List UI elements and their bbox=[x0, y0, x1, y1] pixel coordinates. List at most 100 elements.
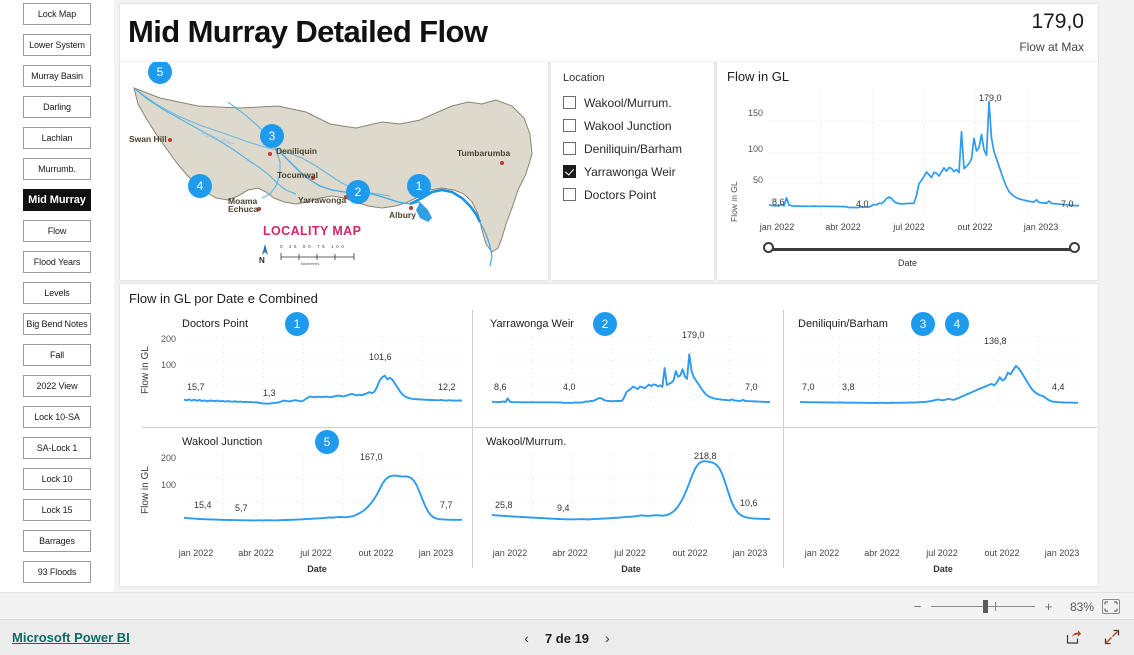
main-label-start: 8,6 bbox=[772, 197, 785, 207]
rail-button-levels[interactable]: Levels bbox=[23, 282, 91, 304]
rail-button-lock-map[interactable]: Lock Map bbox=[23, 3, 91, 25]
previous-page-button[interactable]: ‹ bbox=[524, 630, 529, 646]
location-slicer-card[interactable]: Location Wakool/Murrum. Wakool Junction De… bbox=[551, 62, 714, 280]
map-label-deniliquin: Deniliquin bbox=[276, 146, 318, 156]
sm4-label-start: 15,4 bbox=[194, 500, 212, 510]
rail-button-lower-system[interactable]: Lower System bbox=[23, 34, 91, 56]
scale-bar-numbers: 0 25 50 75 100 bbox=[280, 244, 347, 249]
map-pin-2[interactable]: 2 bbox=[346, 180, 370, 204]
map-pin-4[interactable]: 4 bbox=[188, 174, 212, 198]
sm-pin-wakool-junction-5[interactable]: 5 bbox=[315, 430, 339, 454]
sm-col2-x-tick-4: jan 2023 bbox=[732, 548, 768, 558]
sm3-label-end: 4,4 bbox=[1052, 382, 1065, 392]
rail-button-flood-years[interactable]: Flood Years bbox=[23, 251, 91, 273]
flow-in-gl-line-chart-card[interactable]: Flow in GL Flow in GL 50 100 150 8,6 4,0… bbox=[717, 62, 1098, 280]
share-icon[interactable] bbox=[1066, 629, 1082, 650]
sm2-label-end: 7,0 bbox=[745, 382, 758, 392]
map-pin-3[interactable]: 3 bbox=[260, 124, 284, 148]
slicer-option-yarrawonga-weir[interactable]: Yarrawonga Weir bbox=[563, 160, 702, 183]
sm-panel-title-wakool-murrum: Wakool/Murrum. bbox=[486, 436, 567, 448]
rail-button-lock-15[interactable]: Lock 15 bbox=[23, 499, 91, 521]
rail-button-93-floods[interactable]: 93 Floods bbox=[23, 561, 91, 583]
rail-button-murray-basin[interactable]: Murray Basin bbox=[23, 65, 91, 87]
rail-button-lachlan[interactable]: Lachlan bbox=[23, 127, 91, 149]
fit-to-page-icon[interactable] bbox=[1102, 599, 1120, 614]
slicer-option-deniliquin-barham[interactable]: Deniliquin/Barham bbox=[563, 137, 702, 160]
map-dot-tumbarumba bbox=[500, 161, 504, 165]
sm3-label-max: 136,8 bbox=[984, 336, 1007, 346]
rail-button-big-bend-notes[interactable]: Big Bend Notes bbox=[23, 313, 91, 335]
sm-panel-title-doctors-point: Doctors Point bbox=[182, 318, 249, 330]
page-navigator: ‹ 7 de 19 › bbox=[0, 620, 1134, 655]
sm-col1-x-tick-3: out 2022 bbox=[358, 548, 394, 558]
sm-col3-x-tick-3: out 2022 bbox=[984, 548, 1020, 558]
main-label-max: 179,0 bbox=[979, 93, 1002, 103]
rail-button-mid-murray[interactable]: Mid Murray bbox=[23, 189, 91, 211]
sm-col1-x-tick-1: abr 2022 bbox=[238, 548, 274, 558]
rail-button-darling[interactable]: Darling bbox=[23, 96, 91, 118]
map-label-echuca: Echuca bbox=[228, 204, 259, 214]
rail-button-murrumb[interactable]: Murrumb. bbox=[23, 158, 91, 180]
map-label-tumbarumba: Tumbarumba bbox=[457, 148, 511, 158]
panel-divider-h1 bbox=[142, 427, 1097, 428]
sm-pin-deniliquin-4[interactable]: 4 bbox=[945, 312, 969, 336]
zoom-in-button[interactable]: + bbox=[1043, 600, 1054, 613]
checkbox-deniliquin-barham[interactable] bbox=[563, 142, 576, 155]
checkbox-doctors-point[interactable] bbox=[563, 188, 576, 201]
date-range-slider-start-handle[interactable] bbox=[763, 242, 774, 253]
main-x-tick-3: out 2022 bbox=[957, 222, 993, 232]
zoom-slider-thumb[interactable] bbox=[983, 600, 988, 613]
sm-pin-doctors-point-1[interactable]: 1 bbox=[285, 312, 309, 336]
small-multiples-card[interactable]: Flow in GL por Date e Combined Flow in G… bbox=[120, 284, 1098, 586]
map-label-swan-hill: Swan Hill bbox=[129, 134, 167, 144]
rail-button-flow[interactable]: Flow bbox=[23, 220, 91, 242]
slicer-option-doctors-point[interactable]: Doctors Point bbox=[563, 183, 702, 206]
slicer-option-wakool-murrum[interactable]: Wakool/Murrum. bbox=[563, 91, 702, 114]
panel-divider-v2 bbox=[783, 310, 784, 568]
y-axis-title: Flow in GL bbox=[729, 181, 739, 222]
kpi-label: Flow at Max bbox=[1019, 40, 1084, 54]
zoom-out-button[interactable]: − bbox=[912, 600, 923, 613]
map-dot-swan-hill bbox=[168, 138, 172, 142]
sm5-label-end: 10,6 bbox=[740, 498, 758, 508]
report-header-card: Mid Murray Detailed Flow 179,0 Flow at M… bbox=[120, 4, 1098, 62]
rail-button-lock-10[interactable]: Lock 10 bbox=[23, 468, 91, 490]
sm-pin-deniliquin-3[interactable]: 3 bbox=[911, 312, 935, 336]
checkbox-yarrawonga-weir[interactable] bbox=[563, 165, 576, 178]
map-label-tocumwal: Tocumwal bbox=[277, 170, 318, 180]
sm-plot-deniliquin-barham bbox=[800, 336, 1078, 408]
sm-pin-yarrawonga-2[interactable]: 2 bbox=[593, 312, 617, 336]
rail-button-lock-10-sa[interactable]: Lock 10-SA bbox=[23, 406, 91, 428]
slicer-option-label: Yarrawonga Weir bbox=[584, 164, 676, 179]
sm1-y-tick-100: 100 bbox=[160, 360, 176, 370]
checkbox-wakool-murrum[interactable] bbox=[563, 96, 576, 109]
main-label-mid: 4,0 bbox=[856, 199, 869, 209]
sm1-label-end: 12,2 bbox=[438, 382, 456, 392]
next-page-button[interactable]: › bbox=[605, 630, 610, 646]
date-range-slider-track[interactable] bbox=[772, 248, 1076, 251]
locality-map-card[interactable]: Murray River Swan Hill Deniliquin Tocumw… bbox=[120, 62, 548, 280]
fullscreen-icon[interactable] bbox=[1104, 629, 1120, 650]
rail-button-2022-view[interactable]: 2022 View bbox=[23, 375, 91, 397]
date-range-slider-end-handle[interactable] bbox=[1069, 242, 1080, 253]
north-label: N bbox=[259, 256, 265, 265]
rail-button-sa-lock-1[interactable]: SA-Lock 1 bbox=[23, 437, 91, 459]
rail-button-barrages[interactable]: Barrages bbox=[23, 530, 91, 552]
slicer-option-label: Doctors Point bbox=[584, 187, 657, 202]
sm-col3-x-tick-4: jan 2023 bbox=[1044, 548, 1080, 558]
main-x-tick-2: jul 2022 bbox=[893, 222, 925, 232]
map-label-yarrawonga: Yarrawonga bbox=[298, 195, 347, 205]
slicer-option-wakool-junction[interactable]: Wakool Junction bbox=[563, 114, 702, 137]
rail-button-fall[interactable]: Fall bbox=[23, 344, 91, 366]
y-tick-50: 50 bbox=[752, 175, 763, 185]
zoom-slider-track[interactable] bbox=[931, 600, 1035, 613]
zoom-level-label: 83% bbox=[1069, 599, 1094, 614]
zoom-slider-tick bbox=[995, 602, 996, 611]
sm4-label-end: 7,7 bbox=[440, 500, 453, 510]
sm-panel-title-yarrawonga-weir: Yarrawonga Weir bbox=[490, 318, 574, 330]
sm1-label-max: 101,6 bbox=[369, 352, 392, 362]
map-pin-1[interactable]: 1 bbox=[407, 174, 431, 198]
page-navigation-rail: Lock Map Lower System Murray Basin Darling L… bbox=[0, 0, 114, 592]
checkbox-wakool-junction[interactable] bbox=[563, 119, 576, 132]
sm5-label-mid: 9,4 bbox=[557, 503, 570, 513]
